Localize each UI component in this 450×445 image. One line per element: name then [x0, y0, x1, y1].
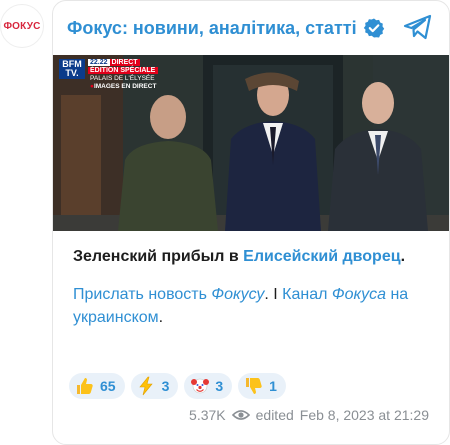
tv-place: PALAIS DE L'ÉLYSÉE — [90, 75, 155, 82]
eye-icon — [231, 408, 250, 422]
reaction-count: 1 — [269, 378, 277, 394]
tv-logo: BFM TV. — [59, 59, 85, 79]
reaction-count: 3 — [161, 378, 170, 394]
avatar-label: ФОКУС — [3, 20, 41, 32]
message-header: Фокус: новини, аналітика, статті — [53, 1, 449, 55]
channel-title[interactable]: Фокус: новини, аналітика, статті — [67, 18, 357, 39]
thumbs-down-icon — [244, 376, 264, 396]
tv-images: IMAGES EN DIRECT — [88, 83, 158, 90]
message-headline: Зеленский прибыл в — [73, 248, 244, 265]
tv-special: ÉDITION SPÉCIALE — [88, 67, 159, 74]
reaction-thumbs-up[interactable]: 65 — [69, 373, 125, 399]
message-footer: 5.37K edited Feb 8, 2023 at 21:29 — [189, 407, 429, 423]
edited-label: edited — [255, 407, 294, 423]
telegram-share-icon[interactable] — [403, 13, 433, 41]
link-separator: . I — [264, 286, 283, 303]
reaction-clown[interactable]: 3 — [184, 373, 233, 399]
reaction-count: 3 — [215, 378, 224, 394]
message-bubble: Фокус: новини, аналітика, статті BFM TV.… — [52, 0, 450, 445]
tv-time: 22.22 — [88, 59, 110, 66]
reactions-bar: 65 3 3 1 — [69, 373, 286, 399]
channel-avatar[interactable]: ФОКУС — [0, 4, 44, 48]
lightning-icon — [137, 376, 157, 396]
reaction-count: 65 — [100, 378, 116, 394]
clown-face-icon — [190, 376, 210, 396]
thumbs-up-icon — [75, 376, 95, 396]
message-timestamp: Feb 8, 2023 at 21:29 — [299, 407, 429, 423]
send-news-link[interactable]: Прислать новость Фокусу — [73, 286, 264, 303]
verified-badge-icon — [363, 17, 385, 39]
view-count: 5.37K — [189, 407, 226, 423]
elysee-link[interactable]: Елисейский дворец — [243, 248, 400, 265]
tv-direct: DIRECT — [109, 59, 140, 66]
tv-overlay: BFM TV. 22.22 DIRECT ÉDITION SPÉCIALE PA… — [59, 59, 159, 90]
news-photo[interactable]: BFM TV. 22.22 DIRECT ÉDITION SPÉCIALE PA… — [53, 55, 449, 231]
reaction-lightning[interactable]: 3 — [130, 373, 179, 399]
reaction-thumbs-down[interactable]: 1 — [238, 373, 286, 399]
message-text: Зеленский прибыл в Елисейский дворец. Пр… — [73, 248, 409, 326]
